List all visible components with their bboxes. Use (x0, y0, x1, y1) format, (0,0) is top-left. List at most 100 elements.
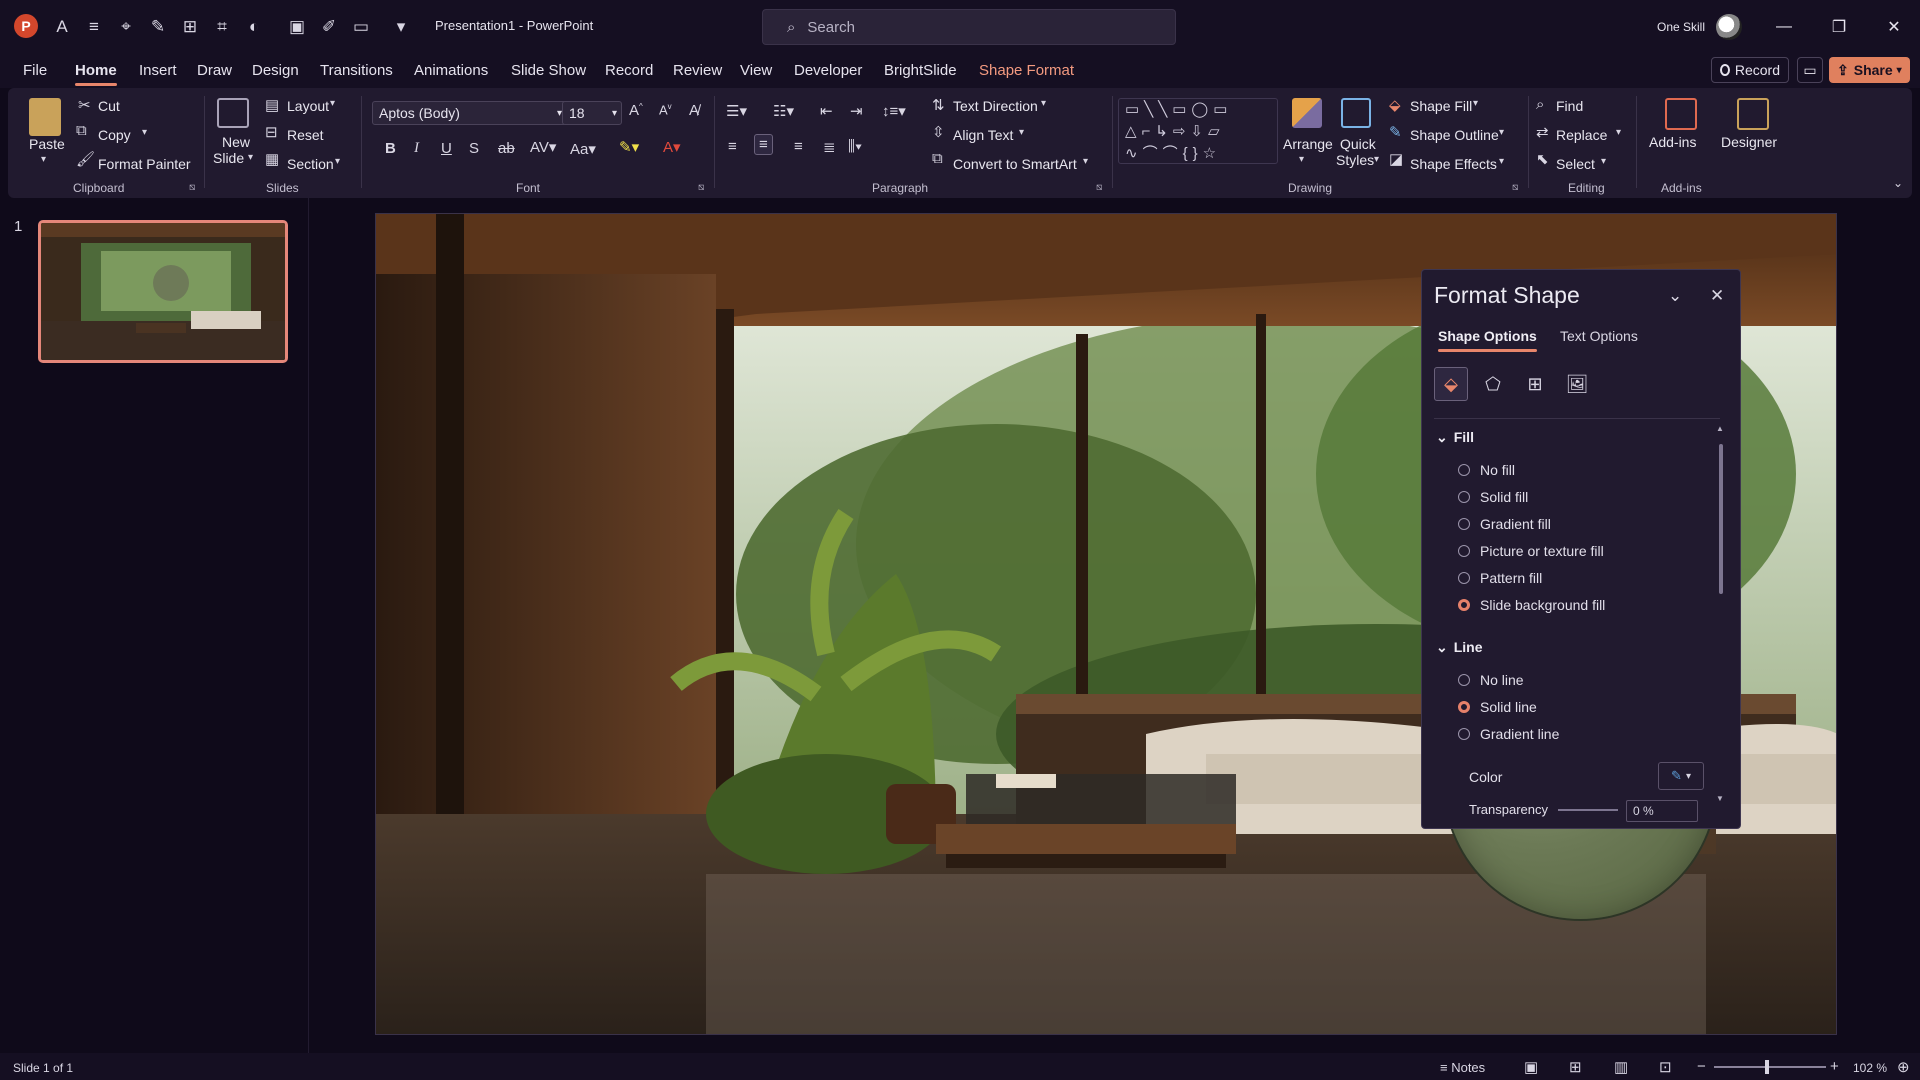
designer-icon[interactable] (1737, 98, 1769, 130)
convert-smartart-button[interactable]: Convert to SmartArt (953, 156, 1077, 172)
section-dropdown-icon[interactable]: ▾ (335, 156, 340, 167)
bullets-icon[interactable]: ☰▾ (726, 102, 747, 120)
size-properties-icon[interactable]: ⊞ (1518, 367, 1552, 401)
line-option-gradient[interactable]: Gradient line (1458, 726, 1559, 742)
shape-fill-icon[interactable]: ⬙ (1389, 96, 1401, 114)
replace-dropdown-icon[interactable]: ▾ (1616, 127, 1621, 138)
fill-option-gradient[interactable]: Gradient fill (1458, 516, 1551, 532)
fill-option-no-fill[interactable]: No fill (1458, 462, 1515, 478)
fit-to-window-icon[interactable]: ⊕ (1897, 1058, 1910, 1076)
increase-font-icon[interactable]: A^ (629, 102, 643, 119)
tab-brightslide[interactable]: BrightSlide (884, 62, 957, 79)
tab-review[interactable]: Review (673, 62, 722, 79)
minimize-icon[interactable]: — (1770, 14, 1798, 40)
picture-icon[interactable]: ▣ (284, 14, 310, 40)
tab-slide-show[interactable]: Slide Show (511, 62, 586, 79)
italic-icon[interactable]: I (414, 140, 419, 157)
fill-option-picture[interactable]: Picture or texture fill (1458, 543, 1604, 559)
slide-thumbnail[interactable] (38, 220, 288, 363)
tab-design[interactable]: Design (252, 62, 299, 79)
share-button[interactable]: ⇪ Share ▾ (1829, 57, 1910, 83)
align-right-icon[interactable]: ≡ (794, 138, 803, 155)
text-direction-dropdown-icon[interactable]: ▾ (1041, 98, 1046, 109)
justify-icon[interactable]: ≣ (823, 138, 836, 156)
font-launcher-icon[interactable]: ⧅ (698, 182, 704, 193)
pane-divider[interactable] (308, 198, 309, 1053)
crop-icon[interactable]: ⌗ (209, 14, 235, 40)
tab-view[interactable]: View (740, 62, 772, 79)
effects-icon[interactable]: ⬠ (1476, 367, 1510, 401)
arrange-dropdown-icon[interactable]: ▾ (1299, 154, 1304, 165)
shape-outline-icon[interactable]: ✎ (1389, 123, 1402, 141)
tab-file[interactable]: File (23, 62, 47, 79)
tab-animations[interactable]: Animations (414, 62, 488, 79)
radio-button[interactable] (1458, 674, 1470, 686)
font-size-combo[interactable]: 18 ▾ (562, 101, 622, 125)
drawing-launcher-icon[interactable]: ⧅ (1512, 182, 1518, 193)
close-pane-icon[interactable]: ✕ (1710, 286, 1724, 306)
text-shadow-icon[interactable]: S (469, 140, 479, 157)
strikethrough-icon[interactable]: ab (498, 140, 515, 157)
scrollbar-thumb[interactable] (1719, 444, 1723, 594)
new-slide-dropdown-icon[interactable]: ▾ (248, 152, 253, 163)
align-text-button[interactable]: Align Text (953, 127, 1013, 143)
reading-view-icon[interactable]: ▥ (1614, 1058, 1628, 1076)
layout-icon[interactable]: ▤ (265, 96, 279, 114)
shape-effects-dropdown-icon[interactable]: ▾ (1499, 156, 1504, 167)
layout-dropdown-icon[interactable]: ▾ (330, 98, 335, 109)
line-option-solid[interactable]: Solid line (1458, 699, 1537, 715)
radio-button[interactable] (1458, 518, 1470, 530)
slide-sorter-icon[interactable]: ⊞ (1569, 1058, 1582, 1076)
align-text-icon[interactable]: ⇳ (932, 123, 945, 141)
align-left-icon[interactable]: ≡ (728, 138, 737, 155)
customize-toolbar-icon[interactable]: ▾ (388, 14, 414, 40)
fill-option-solid[interactable]: Solid fill (1458, 489, 1528, 505)
text-style-icon[interactable]: A (49, 14, 75, 40)
addins-button[interactable]: Add-ins (1649, 134, 1696, 150)
zoom-level[interactable]: 102 % (1853, 1061, 1887, 1075)
arrange-button[interactable]: Arrange (1283, 136, 1333, 152)
shape-fill-dropdown-icon[interactable]: ▾ (1473, 98, 1478, 109)
shape-effects-icon[interactable]: ◪ (1389, 150, 1403, 168)
clipboard-launcher-icon[interactable]: ⧅ (189, 182, 195, 193)
align-center-icon[interactable]: ≡ (754, 134, 773, 155)
collapse-ribbon-icon[interactable]: ⌄ (1893, 176, 1903, 190)
picture-icon[interactable]: 🖼 (1560, 367, 1594, 401)
copy-dropdown-icon[interactable]: ▾ (142, 127, 147, 138)
shape-outline-button[interactable]: Shape Outline (1410, 127, 1499, 143)
decrease-indent-icon[interactable]: ⇤ (820, 102, 833, 120)
record-button[interactable]: Record (1711, 57, 1789, 83)
scroll-down-icon[interactable]: ▼ (1716, 794, 1724, 803)
text-direction-button[interactable]: Text Direction (953, 98, 1038, 114)
line-spacing-icon[interactable]: ↕≡▾ (882, 102, 906, 120)
draw-icon[interactable]: ✐ (316, 14, 342, 40)
fill-section-header[interactable]: ⌄ Fill (1436, 429, 1474, 446)
transparency-slider[interactable] (1558, 809, 1618, 811)
clear-formatting-icon[interactable]: A̸ (689, 102, 699, 119)
shape-format-icon[interactable]: ⌖ (113, 14, 139, 40)
scroll-up-icon[interactable]: ▲ (1716, 424, 1724, 433)
radio-button[interactable] (1458, 491, 1470, 503)
comments-button[interactable]: ▭ (1797, 57, 1823, 83)
pane-options-chevron-icon[interactable]: ⌄ (1668, 286, 1682, 306)
find-icon[interactable]: ⌕ (1536, 96, 1544, 113)
tab-draw[interactable]: Draw (197, 62, 232, 79)
select-button[interactable]: Select (1556, 156, 1595, 172)
slideshow-icon[interactable]: ⊡ (1659, 1058, 1672, 1076)
font-name-combo[interactable]: Aptos (Body) ▾ (372, 101, 567, 125)
paragraph-launcher-icon[interactable]: ⧅ (1096, 182, 1102, 193)
radio-button[interactable] (1458, 728, 1470, 740)
font-color-icon[interactable]: A▾ (663, 138, 681, 156)
new-slide-label-2[interactable]: Slide (213, 150, 244, 166)
format-painter-icon[interactable]: 🖌 (76, 150, 95, 168)
smartart-icon[interactable]: ⧉ (932, 150, 943, 167)
shape-outline-dropdown-icon[interactable]: ▾ (1499, 127, 1504, 138)
avatar[interactable] (1716, 14, 1742, 40)
decrease-font-icon[interactable]: Av (659, 102, 672, 117)
shape-fill-button[interactable]: Shape Fill (1410, 98, 1472, 114)
present-icon[interactable]: ▭ (348, 14, 374, 40)
notes-button[interactable]: ≡ Notes (1440, 1060, 1485, 1075)
shape-effects-button[interactable]: Shape Effects (1410, 156, 1497, 172)
search-input[interactable]: ⌕ Search (762, 9, 1176, 45)
paste-dropdown-icon[interactable]: ▾ (41, 154, 46, 165)
